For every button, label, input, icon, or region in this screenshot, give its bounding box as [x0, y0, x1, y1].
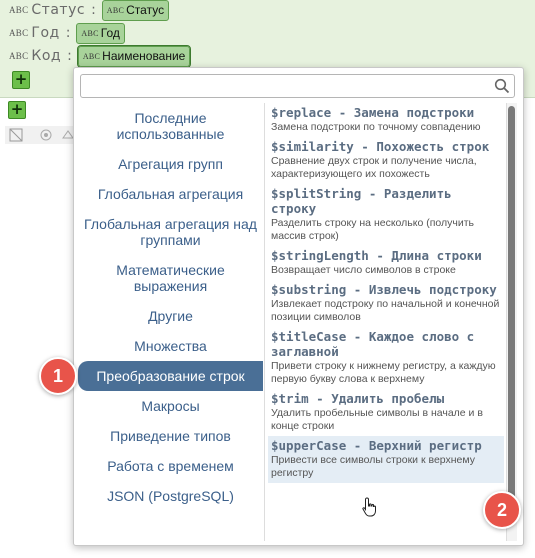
- function-name: $upperCase - Верхний регистр: [271, 438, 482, 453]
- search-input[interactable]: [80, 74, 515, 98]
- string-type-icon: ABC: [82, 51, 101, 61]
- function-item[interactable]: $trim - Удалить пробелы Удалить пробельн…: [268, 389, 504, 436]
- function-item[interactable]: $splitString - Разделить строку Разделит…: [268, 184, 504, 246]
- function-name: $replace - Замена подстроки: [271, 105, 475, 120]
- chip-label: Год: [100, 26, 120, 40]
- field-row-code: ABC Код : ABC Наименование: [9, 44, 192, 68]
- category-item[interactable]: Последние использованные: [78, 103, 263, 149]
- function-item[interactable]: $replace - Замена подстроки Замена подст…: [268, 103, 504, 137]
- field-chip-status[interactable]: ABC Статус: [101, 0, 170, 21]
- function-description: Удалить пробельные символы в начале и в …: [271, 407, 483, 432]
- colon: :: [65, 25, 71, 41]
- scrollbar-thumb[interactable]: [508, 106, 515, 511]
- function-name: $similarity - Похожесть строк: [271, 139, 490, 154]
- column-divider: [264, 103, 265, 541]
- field-label: Год: [31, 25, 60, 41]
- category-item[interactable]: Математические выражения: [78, 255, 263, 301]
- function-picker-popup: Последние использованные Агрегация групп…: [73, 67, 524, 546]
- function-description: Привети строку к нижнему регистру, а каж…: [271, 360, 496, 385]
- field-label: Статус: [31, 2, 86, 18]
- no-image-icon[interactable]: [9, 128, 23, 142]
- function-item[interactable]: $similarity - Похожесть строк Сравнение …: [268, 137, 504, 184]
- category-item[interactable]: Макросы: [78, 391, 263, 421]
- scrollbar[interactable]: [506, 103, 517, 541]
- category-item[interactable]: Множества: [78, 331, 263, 361]
- function-description: Разделить строку на несколько (получить …: [271, 217, 474, 242]
- string-type-icon: ABC: [9, 51, 29, 61]
- chip-label: Статус: [126, 3, 165, 17]
- string-type-icon: ABC: [81, 28, 99, 38]
- add-row-button[interactable]: +: [8, 101, 26, 119]
- string-type-icon: ABC: [9, 5, 29, 15]
- settings-icon[interactable]: [39, 128, 53, 142]
- function-list: $replace - Замена подстроки Замена подст…: [268, 103, 504, 541]
- function-name: $stringLength - Длина строки: [271, 248, 482, 263]
- function-name: $substring - Извлечь подстроку: [271, 282, 497, 297]
- function-item[interactable]: $stringLength - Длина строки Возвращает …: [268, 246, 504, 280]
- string-type-icon: ABC: [9, 28, 29, 38]
- function-description: Извлекает подстроку по начальной и конеч…: [271, 298, 500, 323]
- category-item[interactable]: Другие: [78, 301, 263, 331]
- search-field[interactable]: [85, 76, 489, 96]
- step-badge-2: 2: [483, 491, 521, 529]
- category-item-selected[interactable]: Преобразование строк: [78, 361, 263, 391]
- category-item[interactable]: JSON (PostgreSQL): [78, 481, 263, 511]
- category-item[interactable]: Глобальная агрегация над группами: [78, 209, 263, 255]
- category-item[interactable]: Агрегация групп: [78, 149, 263, 179]
- function-description: Возвращает число символов в строке: [271, 264, 456, 276]
- category-item[interactable]: Глобальная агрегация: [78, 179, 263, 209]
- function-description: Замена подстроки по точному совпадению: [271, 121, 481, 133]
- search-icon[interactable]: [494, 78, 510, 94]
- colon: :: [67, 48, 72, 64]
- step-badge-1: 1: [39, 357, 77, 395]
- string-type-icon: ABC: [106, 5, 125, 15]
- function-item[interactable]: $titleCase - Каждое слово с заглавной Пр…: [268, 327, 504, 389]
- field-label: Код: [31, 48, 62, 64]
- field-row-status: ABC Статус : ABC Статус: [9, 0, 170, 21]
- colon: :: [91, 2, 96, 18]
- function-name: $titleCase - Каждое слово с заглавной: [271, 329, 475, 359]
- category-list: Последние использованные Агрегация групп…: [78, 103, 263, 511]
- function-description: Сравнение двух строк и получение числа, …: [271, 155, 477, 180]
- function-description: Привести все символы строки к верхнему р…: [271, 454, 475, 479]
- field-row-year: ABC Год : ABC Год: [9, 22, 125, 44]
- category-item[interactable]: Приведение типов: [78, 421, 263, 451]
- hand-cursor-icon: [362, 497, 376, 517]
- function-item[interactable]: $substring - Извлечь подстроку Извлекает…: [268, 280, 504, 327]
- field-chip-name[interactable]: ABC Наименование: [76, 44, 192, 68]
- category-item[interactable]: Работа с временем: [78, 451, 263, 481]
- function-name: $trim - Удалить пробелы: [271, 391, 445, 406]
- field-chip-year[interactable]: ABC Год: [76, 22, 125, 44]
- function-item-hovered[interactable]: $upperCase - Верхний регистр Привести вс…: [268, 436, 504, 483]
- function-name: $splitString - Разделить строку: [271, 186, 452, 216]
- add-field-button[interactable]: +: [12, 71, 30, 89]
- chip-label: Наименование: [102, 49, 186, 63]
